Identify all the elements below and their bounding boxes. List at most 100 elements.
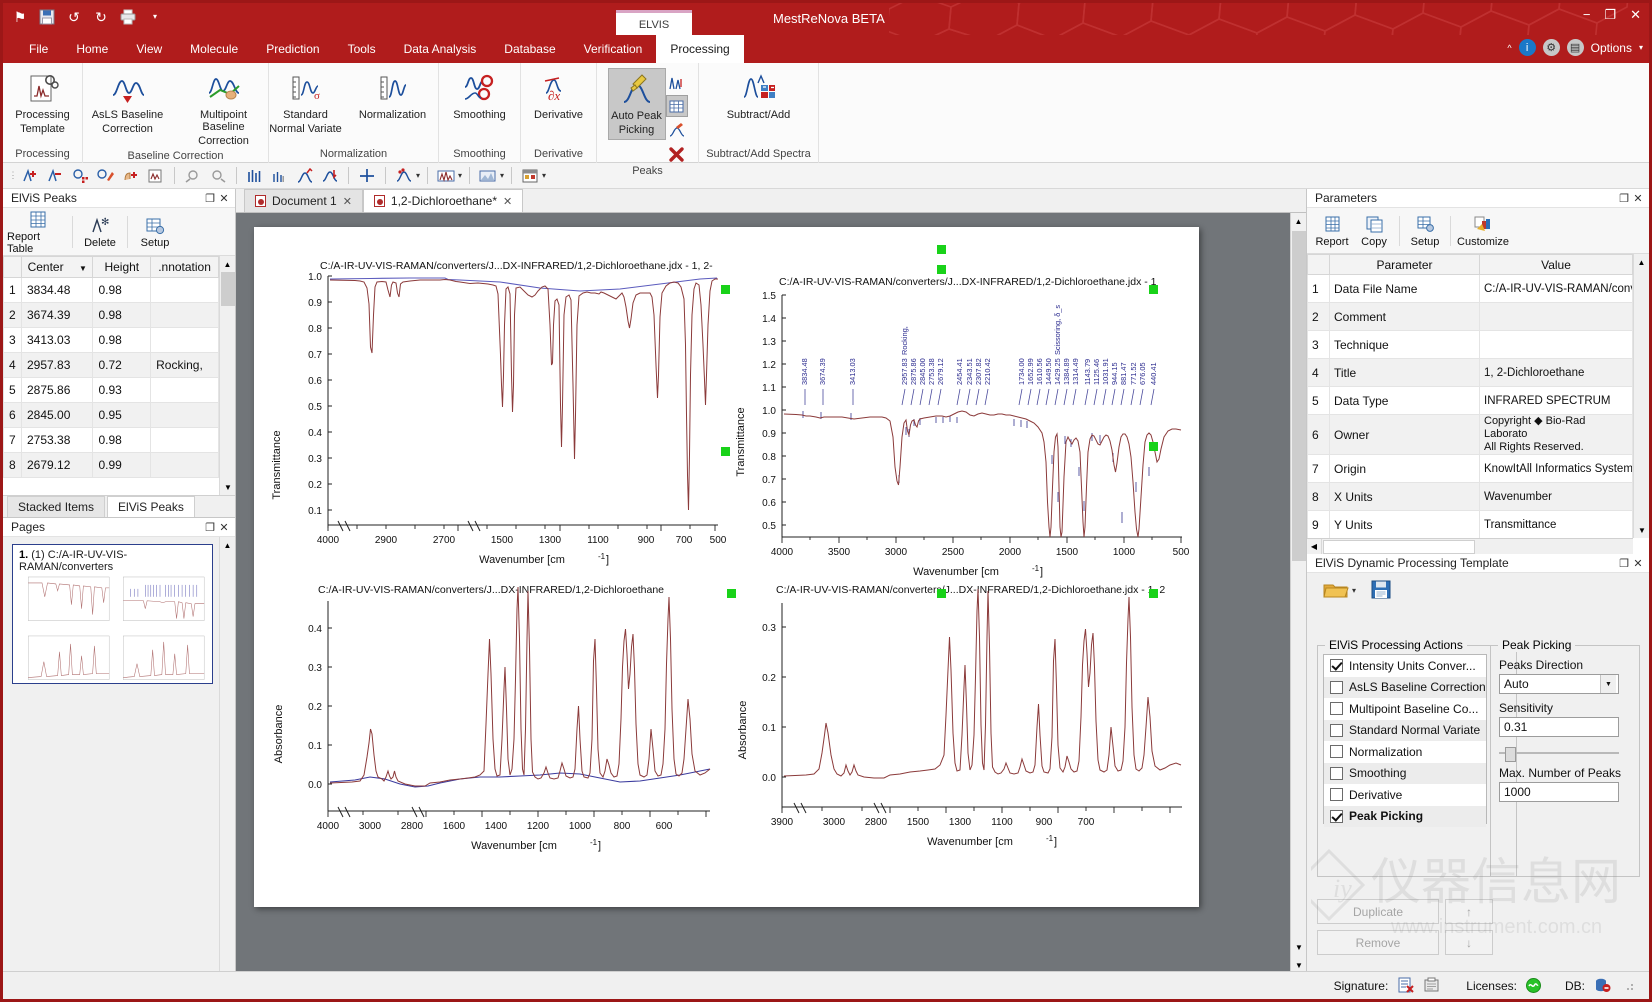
elvis-peaks-close-icon[interactable]: ✕ [217,192,231,205]
table-row[interactable]: 2Comment [1308,303,1633,331]
undo-icon[interactable]: ↺ [65,7,83,27]
scroll-thumb[interactable] [221,272,235,306]
peaks-table-scrollbar[interactable]: ▲ ▼ [219,256,235,495]
action-smoothing[interactable]: Smoothing [1324,763,1486,785]
row-height[interactable]: 0.95 [93,403,151,428]
row-center[interactable]: 2875.86 [21,378,92,403]
crosshair-icon[interactable] [356,165,378,186]
doc-tab-document-1[interactable]: Document 1 ✕ [244,189,363,212]
standard-normal-variate-button[interactable]: σ Standard Normal Variate [267,68,345,138]
selection-handle-bottom-left[interactable] [727,589,736,598]
col-annotation[interactable]: .nnotation [151,257,219,278]
secondary-toolbar[interactable]: ⋮ I ▾ ▾ ▾ ▾ [3,163,1649,189]
canvas-vertical-scrollbar[interactable]: ▲ ▼ ▼ [1290,213,1306,973]
canvas-scroll-down-icon[interactable]: ▼ [1291,939,1306,955]
zoom-in-icon[interactable] [207,165,229,186]
checkbox-snv[interactable] [1330,724,1343,737]
parameters-vertical-scrollbar[interactable]: ▲ ▼ [1633,254,1649,538]
param-value[interactable]: Copyright ◆ Bio-Rad Laborato All Rights … [1480,415,1633,455]
param-value[interactable]: KnowItAll Informatics System [1480,455,1633,483]
derivative-button[interactable]: ∂x Derivative [520,68,598,124]
dpt-action-buttons[interactable]: Duplicate ↑ Remove ↓ [1317,899,1517,961]
db-disconnected-icon[interactable] [1593,977,1611,995]
tab-file[interactable]: File [15,37,62,61]
row-height[interactable]: 0.98 [93,278,151,303]
move-down-button[interactable]: ↓ [1445,930,1493,955]
tab-data-analysis[interactable]: Data Analysis [390,37,491,61]
table-row[interactable]: 9Y UnitsTransmittance [1308,511,1633,539]
layout-grid-caret-icon[interactable]: ▾ [542,171,546,180]
param-name[interactable]: Comment [1330,303,1480,331]
table-row[interactable]: 6OwnerCopyright ◆ Bio-Rad Laborato All R… [1308,415,1633,455]
ribbon-tabs[interactable]: File Home View Molecule Prediction Tools… [3,35,1649,63]
page-thumbnail-card[interactable]: 1. (1) C:/A-IR-UV-VIS-RAMAN/converters [12,544,213,684]
tab-molecule[interactable]: Molecule [176,37,252,61]
param-value[interactable]: Wavenumber [1480,483,1633,511]
row-annotation[interactable] [151,378,219,403]
action-intensity-units-conversion[interactable]: Intensity Units Conver... [1324,655,1486,677]
row-center[interactable]: 2845.00 [21,403,92,428]
elvis-peaks-table[interactable]: Center ▼ Height .nnotation 13834.480.98 … [3,256,219,478]
peak-table-icon[interactable] [666,95,688,117]
document-page[interactable]: C:/A-IR-UV-VIS-RAMAN/converters/J...DX-I… [254,227,1199,907]
image-tool-icon[interactable] [477,165,499,186]
col-height[interactable]: Height [93,257,151,278]
hand-add-icon[interactable] [120,165,142,186]
param-scroll-left-icon[interactable]: ◀ [1307,539,1322,554]
param-name[interactable]: X Units [1330,483,1480,511]
table-row[interactable]: 1Data File NameC:/A-IR-UV-VIS-RAMAN/conv… [1308,275,1633,303]
peak-delete-icon[interactable] [666,143,688,165]
chevron-down-icon[interactable]: ▼ [1600,675,1616,693]
peak-region-icon[interactable] [70,165,92,186]
report-table-button[interactable]: Report Table [7,208,69,255]
table-row[interactable]: 5Data TypeINFRARED SPECTRUM [1308,387,1633,415]
tab-prediction[interactable]: Prediction [252,37,333,61]
param-copy-button[interactable]: Copy [1353,214,1395,248]
row-annotation[interactable] [151,328,219,353]
report-icon[interactable] [145,165,167,186]
sensitivity-slider[interactable] [1499,744,1619,762]
expand-ribbon-icon[interactable]: ^ [1507,43,1511,53]
checkbox-derivative[interactable] [1330,788,1343,801]
elvis-peaks-float-icon[interactable]: ❐ [203,192,217,205]
param-name[interactable]: Origin [1330,455,1480,483]
action-peak-picking[interactable]: Peak Picking [1324,806,1486,828]
checkbox-asls[interactable] [1330,681,1343,694]
move-up-button[interactable]: ↑ [1445,899,1493,924]
pages-float-icon[interactable]: ❐ [203,521,217,534]
license-ok-icon[interactable] [1525,977,1543,995]
document-tab-bar[interactable]: Document 1 ✕ 1,2-Dichloroethane* ✕ [236,189,1306,213]
row-height[interactable]: 0.99 [93,453,151,478]
sensitivity-input[interactable]: 0.31 [1499,717,1619,737]
parameters-float-icon[interactable]: ❐ [1617,192,1631,205]
info-icon[interactable]: i [1519,39,1536,56]
row-center[interactable]: 3834.48 [21,278,92,303]
tab-database[interactable]: Database [490,37,569,61]
checkbox-normalization[interactable] [1330,745,1343,758]
action-standard-normal-variate[interactable]: Standard Normal Variate [1324,720,1486,742]
chart-top-left[interactable]: C:/A-IR-UV-VIS-RAMAN/converters/J...DX-I… [260,255,730,595]
signature-invalid-icon[interactable] [1396,977,1414,995]
book-icon[interactable]: ▤ [1567,39,1584,56]
param-value[interactable] [1480,303,1633,331]
row-annotation[interactable] [151,428,219,453]
row-height[interactable]: 0.93 [93,378,151,403]
action-derivative[interactable]: Derivative [1324,784,1486,806]
table-row[interactable]: 8X UnitsWavenumber [1308,483,1633,511]
remove-peak-icon[interactable] [45,165,67,186]
table-row[interactable]: 52875.860.93 [4,378,219,403]
checkbox-peak-picking[interactable] [1330,810,1343,823]
processing-template-button[interactable]: Processing Template [4,68,82,138]
param-value[interactable]: INFRARED SPECTRUM [1480,387,1633,415]
checkbox-smoothing[interactable] [1330,767,1343,780]
peak-manual-icon[interactable] [666,119,688,141]
signature-card-icon[interactable] [1422,977,1440,995]
duplicate-button[interactable]: Duplicate [1317,899,1439,924]
tab-tools[interactable]: Tools [334,37,390,61]
param-name[interactable]: Technique [1330,331,1480,359]
param-col-value[interactable]: Value [1480,255,1633,275]
pages-close-icon[interactable]: ✕ [217,521,231,534]
multiplet-icon[interactable] [244,165,266,186]
customize-dropdown-icon[interactable]: ▾ [146,7,164,27]
row-annotation[interactable]: Rocking, [151,353,219,378]
